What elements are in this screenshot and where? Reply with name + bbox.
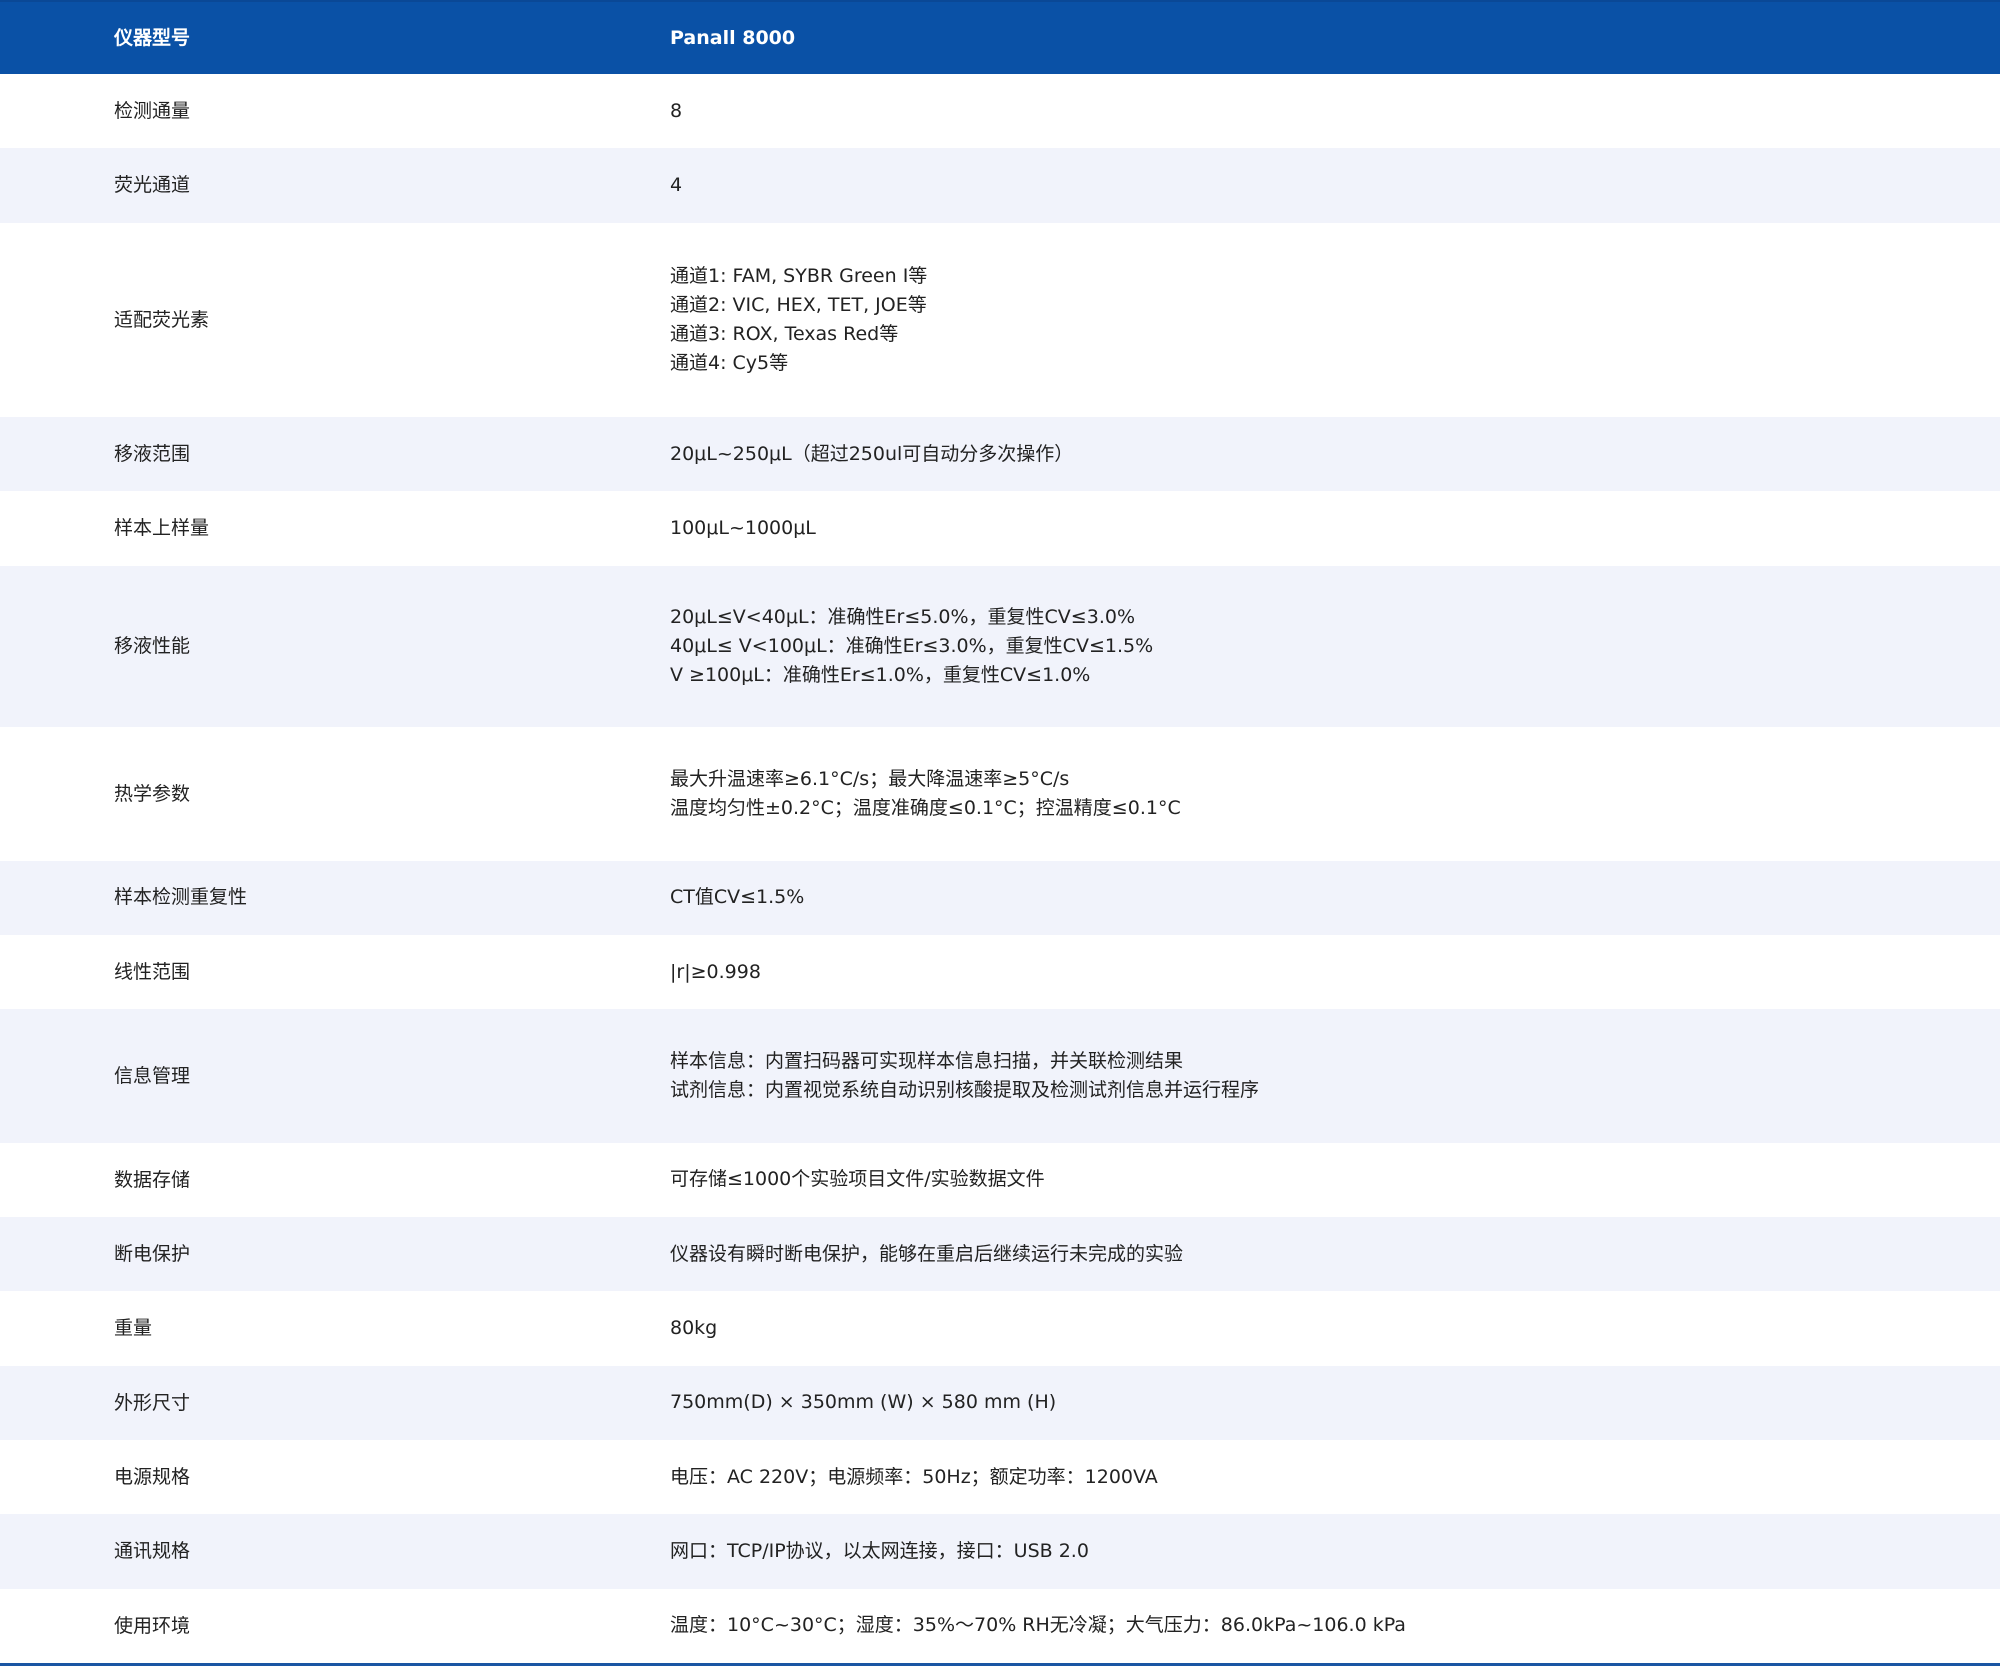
- row-key: 信息管理: [114, 1064, 191, 1087]
- table-row: 热学参数 最大升温速率≥6.1°C/s；最大降温速率≥5°C/s 温度均匀性±0.2…: [0, 727, 2000, 861]
- row-value: CT值CV≤1.5%: [670, 883, 2000, 912]
- row-value-line: 80kg: [670, 1316, 718, 1339]
- row-value-line: |r|≥0.998: [670, 960, 761, 983]
- table-row: 移液性能 20μL≤V<40μL：准确性Er≤5.0%，重复性CV≤3.0% 40μ…: [0, 565, 2000, 728]
- row-key: 数据存储: [114, 1168, 191, 1191]
- row-value: |r|≥0.998: [670, 958, 2000, 987]
- row-value: 750mm(D) × 350mm (W) × 580 mm (H): [670, 1388, 2000, 1417]
- row-value-line: V ≥100μL：准确性Er≤1.0%，重复性CV≤1.0%: [670, 663, 1091, 686]
- row-value-line: 750mm(D) × 350mm (W) × 580 mm (H): [670, 1391, 1057, 1414]
- row-key: 样本检测重复性: [114, 886, 248, 909]
- table-row: 样本上样量 100μL~1000μL: [0, 491, 2000, 566]
- table-row: 电源规格 电压：AC 220V；电源频率：50Hz；额定功率：1200VA: [0, 1440, 2000, 1515]
- row-key: 热学参数: [114, 782, 191, 805]
- row-value: 电压：AC 220V；电源频率：50Hz；额定功率：1200VA: [670, 1463, 2000, 1492]
- row-value-line: 40μL≤ V<100μL：准确性Er≤3.0%，重复性CV≤1.5%: [670, 634, 1154, 657]
- table-row: 信息管理 样本信息：内置扫码器可实现样本信息扫描，并关联检测结果试剂信息：内置视觉…: [0, 1009, 2000, 1143]
- spec-table: 仪器型号 Panall 8000 检测通量 8 荧光通道 4 适配荧光素 通道1: FAM…: [0, 0, 2000, 1666]
- row-value: 4: [670, 171, 2000, 200]
- row-value: 20μL≤V<40μL：准确性Er≤5.0%，重复性CV≤3.0% 40μL≤ V…: [670, 603, 2000, 690]
- row-value-line: 通道2: VIC, HEX, TET, JOE等: [670, 293, 927, 316]
- row-key: 通讯规格: [114, 1540, 191, 1563]
- row-value-line: 可存储≤1000个实验项目文件/实验数据文件: [670, 1168, 1045, 1191]
- row-value-line: 电压：AC 220V；电源频率：50Hz；额定功率：1200VA: [670, 1465, 1158, 1488]
- row-value: 100μL~1000μL: [670, 514, 2000, 543]
- table-row: 通讯规格 网口：TCP/IP协议，以太网连接，接口：USB 2.0: [0, 1514, 2000, 1589]
- row-value: 通道1: FAM, SYBR Green I等 通道2: VIC, HEX, TE…: [670, 262, 2000, 378]
- row-key: 移液性能: [114, 635, 191, 658]
- row-value: 样本信息：内置扫码器可实现样本信息扫描，并关联检测结果试剂信息：内置视觉系统自动…: [670, 1047, 2000, 1105]
- row-key: 移液范围: [114, 443, 191, 465]
- table-row: 检测通量 8: [0, 74, 2000, 149]
- row-key: 适配荧光素: [114, 308, 210, 331]
- row-value: 8: [670, 97, 2000, 126]
- row-value-line: 样本信息：内置扫码器可实现样本信息扫描，并关联检测结果: [670, 1049, 1184, 1072]
- row-value: 20μL~250μL（超过250ul可自动分多次操作）: [670, 440, 2000, 469]
- row-key: 电源规格: [114, 1465, 191, 1488]
- table-row: 外形尺寸 750mm(D) × 350mm (W) × 580 mm (H): [0, 1365, 2000, 1441]
- row-key: 线性范围: [114, 960, 191, 983]
- row-value-line: CT值CV≤1.5%: [670, 886, 805, 909]
- row-value-line: 通道1: FAM, SYBR Green I等: [670, 264, 928, 287]
- header-key: 仪器型号: [114, 26, 191, 49]
- row-value-line: 20μL~250μL（超过250ul可自动分多次操作）: [670, 442, 1074, 465]
- row-value: 80kg: [670, 1314, 2000, 1343]
- row-key: 样本上样量: [114, 517, 210, 540]
- row-value-line: 8: [670, 99, 683, 122]
- row-key: 使用环境: [114, 1614, 191, 1637]
- row-value-line: 20μL≤V<40μL：准确性Er≤5.0%，重复性CV≤3.0%: [670, 605, 1135, 628]
- table-row: 使用环境 温度：10°C~30°C；湿度：35%～70% RH无冷凝；大气压力：8…: [0, 1588, 2000, 1664]
- row-key: 检测通量: [114, 99, 191, 122]
- row-value-line: 100μL~1000μL: [670, 517, 816, 540]
- row-value-line: 试剂信息：内置视觉系统自动识别核酸提取及检测试剂信息并运行程序: [670, 1078, 1260, 1101]
- row-value-line: 温度：10°C~30°C；湿度：35%～70% RH无冷凝；大气压力：86.0k…: [670, 1614, 1406, 1637]
- row-value-line: 最大升温速率≥6.1°C/s；最大降温速率≥5°C/s: [670, 767, 1070, 790]
- row-key: 重量: [114, 1317, 153, 1340]
- table-row: 移液范围 20μL~250μL（超过250ul可自动分多次操作）: [0, 417, 2000, 492]
- row-value: 可存储≤1000个实验项目文件/实验数据文件: [670, 1165, 2000, 1194]
- row-value: 仪器设有瞬时断电保护，能够在重启后继续运行未完成的实验: [670, 1240, 2000, 1269]
- table-body: 检测通量 8 荧光通道 4 适配荧光素 通道1: FAM, SYBR Green I等 通道…: [0, 74, 2000, 1664]
- header-value: Panall 8000: [670, 26, 796, 49]
- table-row: 线性范围 |r|≥0.998: [0, 934, 2000, 1010]
- row-value-line: 通道4: Cy5等: [670, 351, 789, 374]
- row-value-line: 4: [670, 174, 683, 197]
- table-row: 荧光通道 4: [0, 148, 2000, 223]
- row-key: 荧光通道: [114, 174, 191, 197]
- row-value-line: 网口：TCP/IP协议，以太网连接，接口：USB 2.0: [670, 1540, 1089, 1563]
- table-row: 重量 80kg: [0, 1291, 2000, 1366]
- table-row: 数据存储 可存储≤1000个实验项目文件/实验数据文件: [0, 1142, 2000, 1217]
- row-key: 断电保护: [114, 1242, 191, 1265]
- table-header: 仪器型号 Panall 8000: [0, 0, 2000, 74]
- table-row: 断电保护 仪器设有瞬时断电保护，能够在重启后继续运行未完成的实验: [0, 1216, 2000, 1292]
- table-row: 适配荧光素 通道1: FAM, SYBR Green I等 通道2: VIC, HE…: [0, 222, 2000, 418]
- row-value-line: 通道3: ROX, Texas Red等: [670, 322, 899, 345]
- row-value: 温度：10°C~30°C；湿度：35%～70% RH无冷凝；大气压力：86.0k…: [670, 1611, 2000, 1640]
- row-value-line: 温度均匀性±0.2°C；温度准确度≤0.1°C；控温精度≤0.1°C: [670, 796, 1181, 819]
- row-value: 最大升温速率≥6.1°C/s；最大降温速率≥5°C/s 温度均匀性±0.2°C；温…: [670, 765, 2000, 823]
- table-row: 样本检测重复性 CT值CV≤1.5%: [0, 860, 2000, 935]
- row-value: 网口：TCP/IP协议，以太网连接，接口：USB 2.0: [670, 1537, 2000, 1566]
- row-key: 外形尺寸: [114, 1391, 191, 1414]
- row-value-line: 仪器设有瞬时断电保护，能够在重启后继续运行未完成的实验: [670, 1242, 1184, 1265]
